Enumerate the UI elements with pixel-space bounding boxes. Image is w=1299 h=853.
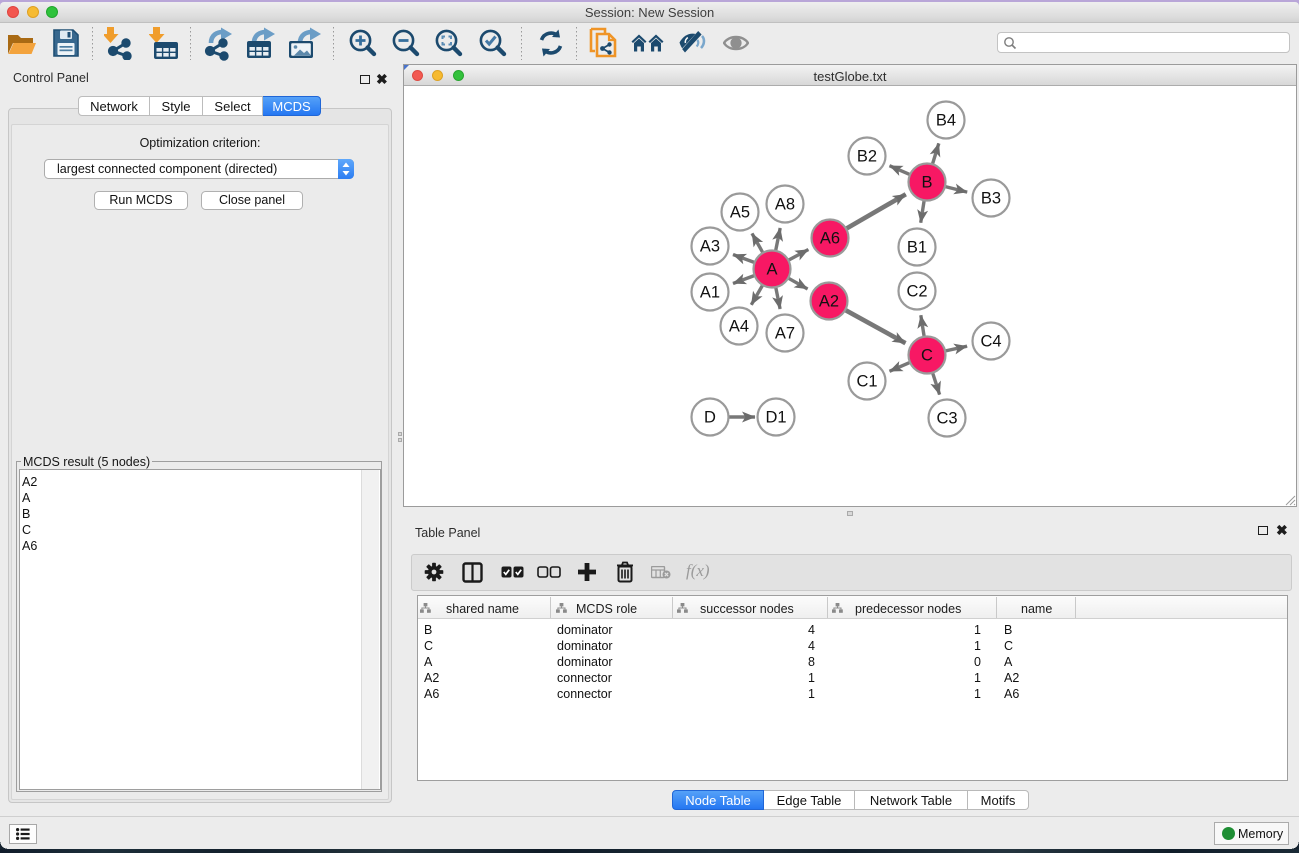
svg-text:D1: D1: [765, 409, 786, 427]
svg-text:C3: C3: [936, 410, 957, 428]
svg-text:B1: B1: [907, 239, 927, 257]
svg-text:D: D: [704, 409, 716, 427]
svg-text:C2: C2: [906, 283, 927, 301]
svg-text:A2: A2: [819, 293, 839, 311]
svg-text:C: C: [921, 347, 933, 365]
svg-text:B3: B3: [981, 190, 1001, 208]
svg-text:A3: A3: [700, 238, 720, 256]
svg-text:A8: A8: [775, 196, 795, 214]
svg-text:A4: A4: [729, 318, 749, 336]
svg-text:A: A: [766, 261, 777, 279]
svg-text:C4: C4: [980, 333, 1001, 351]
svg-text:A1: A1: [700, 284, 720, 302]
svg-text:C1: C1: [856, 373, 877, 391]
svg-text:A5: A5: [730, 204, 750, 222]
svg-text:B2: B2: [857, 148, 877, 166]
svg-text:A7: A7: [775, 325, 795, 343]
svg-text:B4: B4: [936, 112, 956, 130]
svg-text:B: B: [921, 174, 932, 192]
svg-text:A6: A6: [820, 230, 840, 248]
